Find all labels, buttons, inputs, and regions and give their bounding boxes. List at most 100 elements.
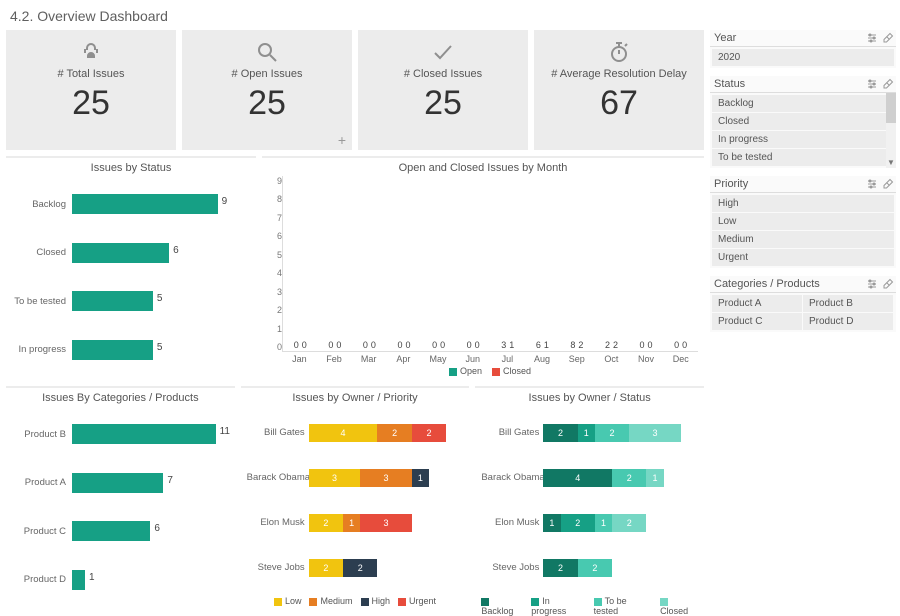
slicer-item[interactable]: Backlog <box>712 95 894 112</box>
legend-item[interactable]: In progress <box>531 596 585 616</box>
bar-segment[interactable]: 4 <box>309 424 378 442</box>
bar-segment[interactable]: 2 <box>612 514 646 532</box>
bar-row: Product C6 <box>12 518 229 544</box>
chart-title: Issues by Owner / Status <box>481 392 698 404</box>
bar[interactable] <box>72 424 216 444</box>
bar-value: 0 <box>405 340 412 350</box>
bar-segment[interactable]: 1 <box>646 469 663 487</box>
x-tick: Oct <box>594 352 629 364</box>
bar-segment[interactable]: 3 <box>309 469 361 487</box>
bar[interactable] <box>72 570 85 590</box>
kpi-card[interactable]: # Open Issues25+ <box>182 30 352 150</box>
bar-segment[interactable]: 3 <box>360 469 412 487</box>
bar[interactable] <box>72 291 153 311</box>
sliders-icon[interactable] <box>866 178 878 190</box>
bar-segment[interactable]: 2 <box>412 424 446 442</box>
bar-value: 2 <box>577 340 584 350</box>
bar-segment[interactable]: 2 <box>309 559 343 577</box>
slicer-item[interactable]: In progress <box>712 131 894 148</box>
bar-category: Steve Jobs <box>481 562 543 573</box>
bar[interactable] <box>72 243 169 263</box>
bar-value: 2 <box>604 340 611 350</box>
legend-item[interactable]: Urgent <box>398 596 436 606</box>
slicer-item[interactable]: Product A <box>712 295 802 312</box>
eraser-icon[interactable] <box>882 278 894 290</box>
bar-segment[interactable]: 2 <box>543 424 577 442</box>
sliders-icon[interactable] <box>866 32 878 44</box>
eraser-icon[interactable] <box>882 32 894 44</box>
legend-item[interactable]: High <box>361 596 391 606</box>
eraser-icon[interactable] <box>882 178 894 190</box>
bar-category: Backlog <box>12 199 72 210</box>
bar-segment[interactable]: 2 <box>377 424 411 442</box>
bar-segment[interactable]: 3 <box>360 514 412 532</box>
x-tick: Feb <box>317 352 352 364</box>
dashboard-main: # Total Issues25# Open Issues25+# Closed… <box>6 30 704 610</box>
sliders-icon[interactable] <box>866 278 878 290</box>
x-tick: Jul <box>490 352 525 364</box>
bar-segment[interactable]: 1 <box>343 514 360 532</box>
bar-segment[interactable]: 1 <box>412 469 429 487</box>
slicer-item[interactable]: Closed <box>712 113 894 130</box>
slicer-item[interactable]: 2020 <box>712 49 894 66</box>
slicer-item[interactable]: Product B <box>803 295 893 312</box>
bar-segment[interactable]: 1 <box>578 424 595 442</box>
legend-item[interactable]: Medium <box>309 596 352 606</box>
bar-segment[interactable]: 1 <box>595 514 612 532</box>
bar-segment[interactable]: 2 <box>578 559 612 577</box>
scroll-down-icon[interactable]: ▼ <box>886 158 896 168</box>
kpi-value: 25 <box>248 84 286 123</box>
bar-category: Closed <box>12 247 72 258</box>
legend: Low Medium High Urgent <box>247 594 464 606</box>
bar-segment[interactable]: 2 <box>612 469 646 487</box>
plus-icon[interactable]: + <box>338 132 346 148</box>
legend-item[interactable]: Open <box>449 366 482 376</box>
bar-segment[interactable]: 2 <box>309 514 343 532</box>
kpi-card[interactable]: # Closed Issues25 <box>358 30 528 150</box>
bar-value: 0 <box>362 340 369 350</box>
legend-item[interactable]: Closed <box>492 366 531 376</box>
sliders-icon[interactable] <box>866 78 878 90</box>
legend-item[interactable]: Low <box>274 596 302 606</box>
kpi-card[interactable]: # Total Issues25 <box>6 30 176 150</box>
legend-item[interactable]: Backlog <box>481 596 523 616</box>
x-tick: Dec <box>663 352 698 364</box>
legend-item[interactable]: To be tested <box>594 596 652 616</box>
legend-item[interactable]: Closed <box>660 596 698 616</box>
chart-title: Issues by Status <box>12 162 250 174</box>
slicer-item[interactable]: To be tested <box>712 149 894 166</box>
eraser-icon[interactable] <box>882 78 894 90</box>
bar[interactable] <box>72 194 218 214</box>
bar-segment[interactable]: 2 <box>543 559 577 577</box>
bar-segment[interactable]: 3 <box>629 424 681 442</box>
bar-segment[interactable]: 2 <box>343 559 377 577</box>
slicer-item[interactable]: High <box>712 195 894 212</box>
bar-value: 0 <box>647 340 654 350</box>
bar-row: Product D1 <box>12 567 229 593</box>
bar-row: Elon Musk213 <box>247 514 464 532</box>
bar-value: 0 <box>431 340 438 350</box>
bar-value: 0 <box>370 340 377 350</box>
slicer-item[interactable]: Product C <box>712 313 802 330</box>
slicer-catprod: Categories / ProductsProduct AProduct BP… <box>710 276 896 332</box>
bar-value: 0 <box>673 340 680 350</box>
scrollbar-thumb[interactable] <box>886 93 896 123</box>
person-headset-icon <box>79 40 103 64</box>
kpi-value: 25 <box>72 84 110 123</box>
slicer-item[interactable]: Low <box>712 213 894 230</box>
slicer-item[interactable]: Product D <box>803 313 893 330</box>
bar[interactable] <box>72 473 163 493</box>
kpi-value: 67 <box>600 84 638 123</box>
bar-value: 3 <box>500 340 507 350</box>
bar-segment[interactable]: 1 <box>543 514 560 532</box>
scrollbar[interactable]: ▲▼ <box>886 93 896 168</box>
kpi-card[interactable]: # Average Resolution Delay67 <box>534 30 704 150</box>
bar-segment[interactable]: 2 <box>595 424 629 442</box>
slicer-item[interactable]: Urgent <box>712 249 894 266</box>
slicer-item[interactable]: Medium <box>712 231 894 248</box>
bar-segment[interactable]: 4 <box>543 469 612 487</box>
bar[interactable] <box>72 340 153 360</box>
bar[interactable] <box>72 521 150 541</box>
slicer-status: StatusBacklogClosedIn progressTo be test… <box>710 76 896 168</box>
bar-segment[interactable]: 2 <box>561 514 595 532</box>
